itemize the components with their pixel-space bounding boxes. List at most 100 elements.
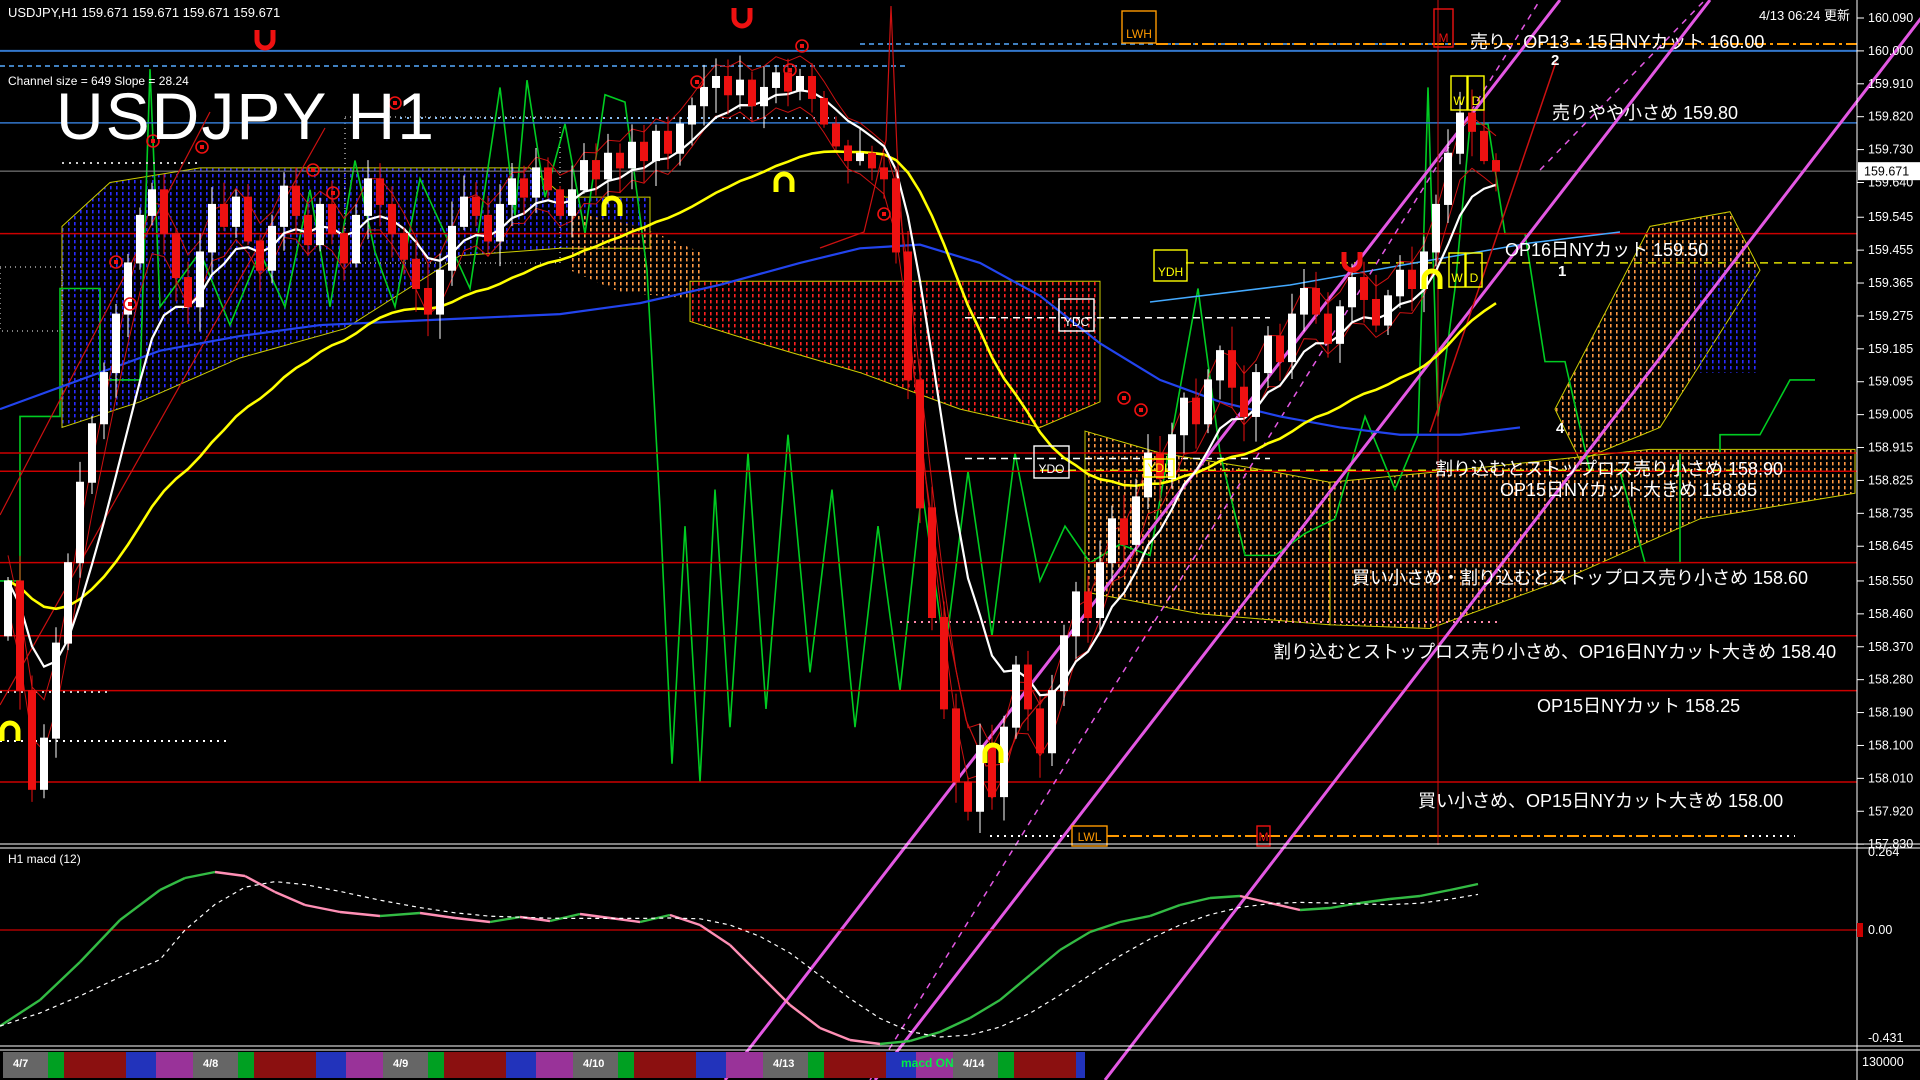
session-strip-segment <box>696 1052 726 1078</box>
macd-main-line <box>1270 903 1300 910</box>
macd-main-line <box>1060 932 1090 950</box>
price-tick-label: 160.090 <box>1868 11 1913 25</box>
order-annotation: OP15日NYカット 158.25 <box>1537 692 1740 718</box>
session-strip-segment <box>618 1052 634 1078</box>
macd-main-line <box>670 915 700 925</box>
candle-body <box>149 190 156 216</box>
candle-body <box>845 146 852 161</box>
candle-body <box>665 131 672 153</box>
candle-body <box>305 215 312 244</box>
candle-body <box>953 709 960 782</box>
candle-body <box>113 314 120 372</box>
session-strip-segment <box>808 1052 824 1078</box>
candle-body <box>1121 519 1128 545</box>
candle-body <box>1253 373 1260 417</box>
session-strip-segment <box>824 1052 886 1078</box>
pivot-box-label: LWL <box>1078 830 1102 844</box>
candle-body <box>857 153 864 160</box>
chart-canvas[interactable]: LWHMWDYDHWDYDCYDOYDLLWLM160.090160.00015… <box>0 0 1920 1080</box>
candle-body <box>1061 636 1068 691</box>
price-tick-label: 158.550 <box>1868 574 1913 588</box>
candle-body <box>1469 113 1476 131</box>
macd-main-line <box>275 892 305 905</box>
date-axis-label: 4/8 <box>203 1058 218 1070</box>
price-tick-label: 158.280 <box>1868 673 1913 687</box>
candle-body <box>221 204 228 226</box>
candle-body <box>449 226 456 270</box>
macd-main-line <box>880 1041 910 1044</box>
price-tick-label: 159.545 <box>1868 210 1913 224</box>
candle-body <box>881 168 888 179</box>
candle-body <box>437 270 444 314</box>
candle-body <box>569 190 576 216</box>
channel-number-label: 4 <box>1556 420 1564 437</box>
macd-main-line <box>305 905 340 912</box>
trading-chart-window: LWHMWDYDHWDYDCYDOYDLLWLM160.090160.00015… <box>0 0 1920 1080</box>
pivot-box-label: M <box>1439 31 1449 45</box>
pivot-box-label: YDC <box>1064 315 1090 329</box>
dotted-box <box>0 267 62 331</box>
order-annotation: OP15日NYカット大きめ 158.85 <box>1500 476 1757 502</box>
candle-body <box>641 142 648 160</box>
macd-main-line <box>185 872 215 878</box>
price-tick-label: 158.010 <box>1868 771 1913 785</box>
order-annotation: 売りやや小さめ 159.80 <box>1552 99 1738 125</box>
channel-info-label: Channel size = 649 Slope = 28.24 <box>8 74 189 88</box>
candle-body <box>917 380 924 508</box>
pivot-box-label: YDH <box>1158 265 1183 279</box>
price-tick-label: 159.910 <box>1868 77 1913 91</box>
macd-main-line <box>700 925 730 945</box>
candle-body <box>1289 314 1296 362</box>
candle-body <box>461 197 468 226</box>
macd-main-line <box>790 1005 820 1028</box>
candle-body <box>701 87 708 105</box>
candle-body <box>725 76 732 94</box>
date-axis-label: 4/9 <box>393 1058 408 1070</box>
price-tick-label: 157.920 <box>1868 804 1913 818</box>
candle-body <box>1373 299 1380 325</box>
candle-body <box>905 252 912 380</box>
session-strip-segment <box>726 1052 763 1078</box>
macd-signal-line <box>0 882 1478 1037</box>
channel-number-label: 1 <box>1558 263 1566 280</box>
macd-main-line <box>850 1040 880 1044</box>
candle-body <box>17 581 24 691</box>
candle-body <box>233 197 240 226</box>
candle-body <box>989 745 996 796</box>
candle-body <box>1085 592 1092 618</box>
red-down-signal-icon <box>734 8 750 26</box>
order-annotation: 売り、OP13・15日NYカット 160.00 <box>1470 28 1764 54</box>
macd-main-line <box>760 975 790 1005</box>
red-down-signal-icon <box>257 30 273 48</box>
session-strip-segment <box>64 1052 126 1078</box>
candle-body <box>1385 296 1392 325</box>
candle-body <box>1205 380 1212 424</box>
macd-main-line <box>1030 950 1060 975</box>
macd-main-line <box>580 914 610 918</box>
session-strip-segment <box>156 1052 193 1078</box>
price-tick-label: 158.915 <box>1868 441 1913 455</box>
macd-main-line <box>380 913 420 916</box>
candle-body <box>689 106 696 124</box>
session-strip-segment <box>126 1052 156 1078</box>
macd-main-line <box>550 914 580 921</box>
pivot-box-label: M <box>1259 830 1269 844</box>
candle-body <box>1073 592 1080 636</box>
session-strip-segment <box>428 1052 444 1078</box>
symbol-ohlc-line: USDJPY,H1 159.671 159.671 159.671 159.67… <box>8 5 280 20</box>
candle-body <box>29 691 36 790</box>
candle-body <box>581 161 588 190</box>
macd-main-line <box>455 918 490 922</box>
macd-main-line <box>970 1000 1000 1018</box>
macd-main-line <box>1300 908 1330 910</box>
candle-body <box>389 204 396 233</box>
macd-on-toggle-label[interactable]: macd ON <box>901 1056 954 1070</box>
candle-body <box>557 190 564 216</box>
macd-main-line <box>0 1000 40 1026</box>
candle-body <box>509 179 516 205</box>
candle-body <box>1049 691 1056 753</box>
candle-body <box>1133 497 1140 545</box>
session-strip-segment <box>998 1052 1014 1078</box>
price-tick-label: 159.005 <box>1868 408 1913 422</box>
session-strip-segment <box>238 1052 254 1078</box>
